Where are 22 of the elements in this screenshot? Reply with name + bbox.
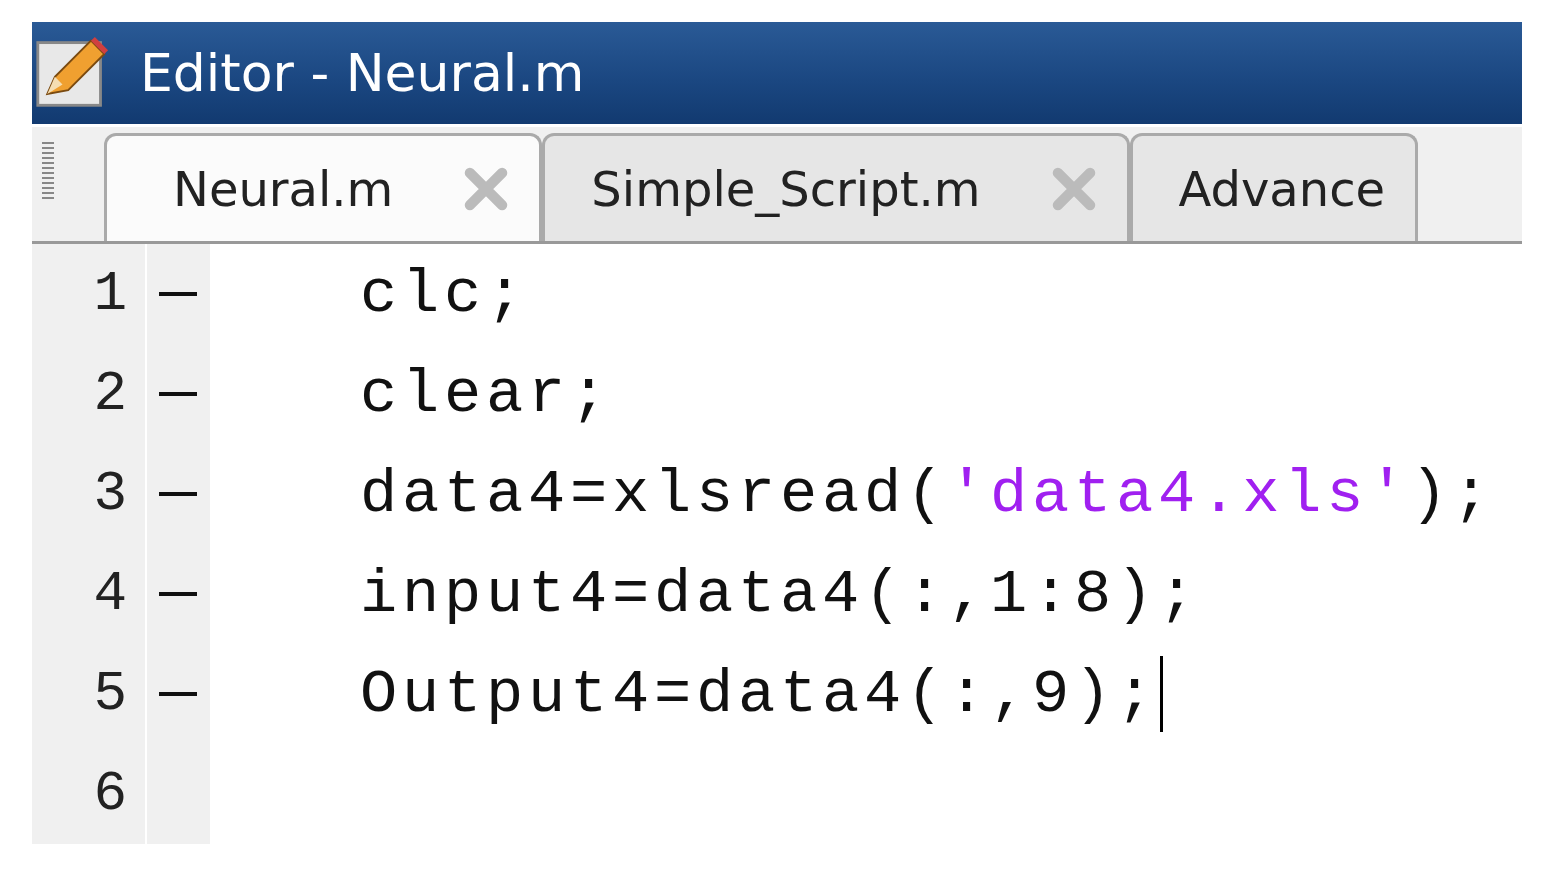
window-title: Editor - Neural.m	[140, 43, 585, 103]
breakpoint-dash[interactable]	[159, 692, 197, 696]
line-number: 2	[32, 344, 145, 444]
editor-tab[interactable]: Advance	[1129, 133, 1419, 241]
line-number: 4	[32, 544, 145, 644]
breakpoint-dash[interactable]	[159, 292, 197, 296]
breakpoint-dash[interactable]	[159, 392, 197, 396]
line-number: 6	[32, 744, 145, 844]
editor-tab[interactable]: Simple_Script.m	[542, 133, 1130, 241]
line-number: 1	[32, 244, 145, 344]
code-line: Output4=data4(:,9);	[360, 658, 1159, 730]
code-line: input4=data4(:,1:8);	[360, 558, 1201, 630]
code-line: clear;	[360, 358, 613, 430]
breakpoint-dash[interactable]	[159, 492, 197, 496]
breakpoint-dash[interactable]	[159, 592, 197, 596]
editor-tab[interactable]: Neural.m	[104, 133, 543, 241]
code-line: clc;	[360, 258, 529, 330]
line-number: 5	[32, 644, 145, 744]
code-line: data4=xlsread('data4.xls');	[360, 458, 1495, 530]
close-icon[interactable]	[463, 165, 510, 212]
close-icon[interactable]	[1050, 165, 1097, 212]
line-number: 3	[32, 444, 145, 544]
